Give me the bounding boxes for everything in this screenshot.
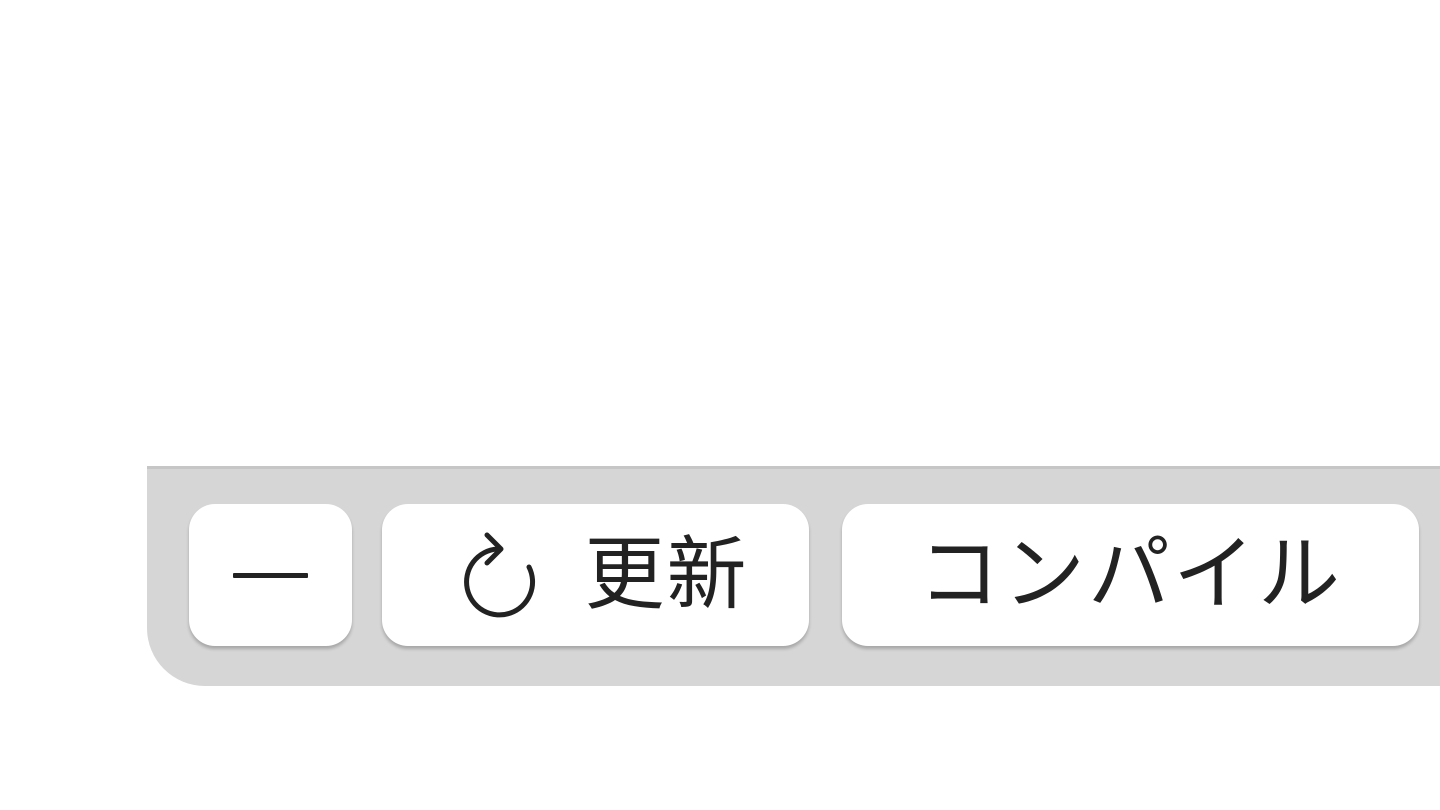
minus-icon — [233, 572, 308, 578]
refresh-icon — [463, 532, 535, 618]
compile-label: コンパイル — [917, 527, 1343, 622]
compile-button[interactable]: コンパイル — [842, 504, 1419, 646]
minus-button[interactable]: ー — [189, 504, 352, 646]
bottom-toolbar: ー 更新 コンパイル — [147, 466, 1440, 686]
refresh-label: 更新 — [584, 528, 749, 621]
refresh-button[interactable]: 更新 — [382, 504, 809, 646]
page: ー 更新 コンパイル — [0, 0, 1440, 810]
